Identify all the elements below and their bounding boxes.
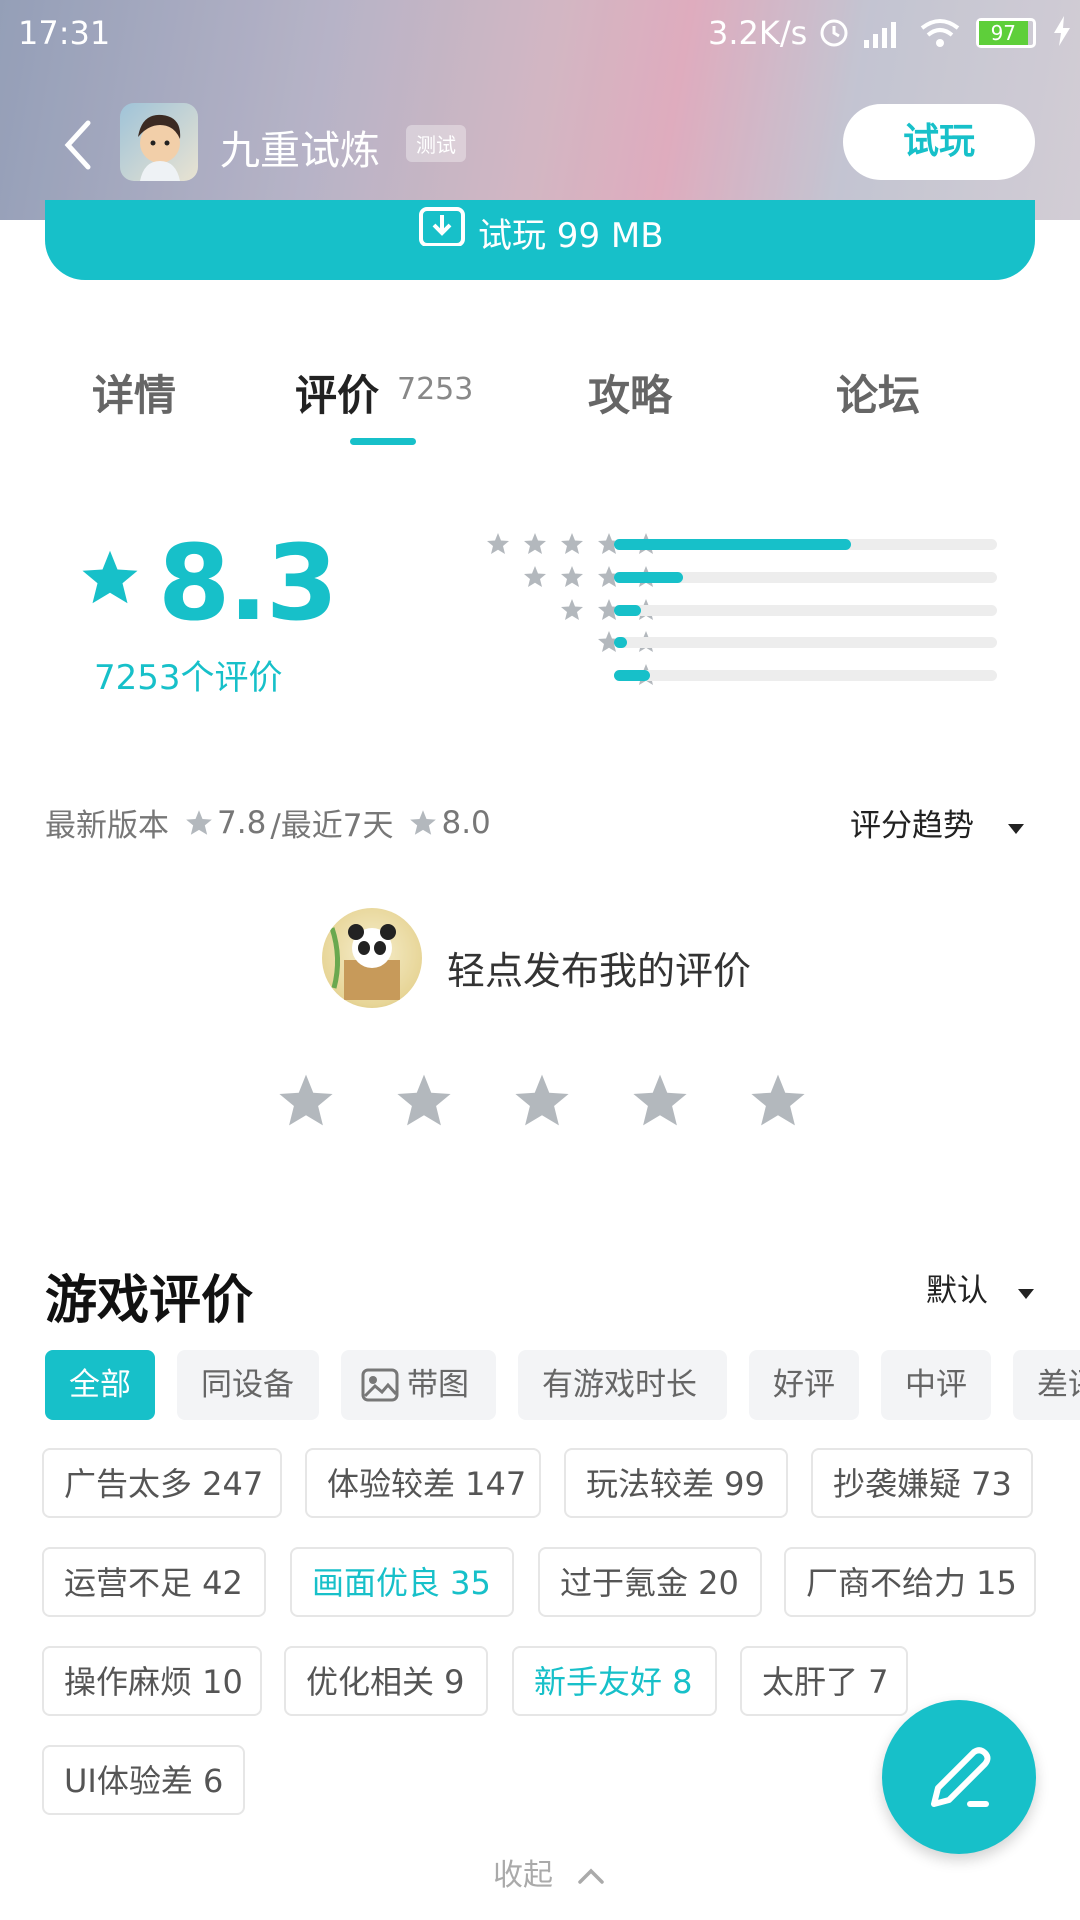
sort-dropdown[interactable]: 默认 [926, 1265, 1036, 1310]
rate-star-button[interactable] [395, 1072, 453, 1132]
caret-down-icon [1007, 824, 1024, 834]
rating-trend-button[interactable]: 评分趋势 [850, 800, 1026, 845]
chevron-left-icon [64, 120, 91, 170]
battery-icon: 97 [976, 18, 1036, 48]
recent-score: 8.0 [441, 804, 491, 841]
review-tag[interactable]: 厂商不给力 15 [784, 1547, 1036, 1617]
filter-chip-same-device[interactable]: 同设备 [177, 1350, 319, 1420]
review-tag[interactable]: 操作麻烦 10 [42, 1646, 262, 1716]
star-icon [524, 566, 546, 587]
test-badge: 测试 [406, 125, 466, 162]
rating-bar-track [614, 572, 997, 583]
charging-icon [1052, 14, 1072, 56]
star-icon [524, 533, 546, 554]
filter-chip-positive[interactable]: 好评 [749, 1350, 859, 1420]
star-icon [561, 599, 583, 620]
download-label: 试玩 99 MB [478, 216, 664, 256]
rating-distribution-row [0, 565, 1080, 589]
tab-reviews[interactable]: 评价 [295, 362, 379, 423]
alarm-icon [818, 16, 850, 56]
rating-bar-track [614, 670, 997, 681]
star-icon [633, 1074, 687, 1126]
rating-distribution-row [0, 598, 1080, 622]
header-try-button[interactable]: 试玩 [843, 104, 1035, 180]
star-icon [279, 1074, 333, 1126]
rate-star-button[interactable] [749, 1072, 807, 1132]
filter-chip-playtime[interactable]: 有游戏时长 [518, 1350, 727, 1420]
rating-bar-track [614, 637, 997, 648]
tab-active-indicator [350, 438, 416, 445]
rating-bar-fill [614, 605, 641, 616]
review-tag[interactable]: 抄袭嫌疑 73 [811, 1448, 1033, 1518]
review-tag[interactable]: 广告太多 247 [42, 1448, 282, 1518]
app-icon [120, 103, 198, 181]
star-icon [515, 1074, 569, 1126]
tab-reviews-count: 7253 [397, 372, 474, 407]
rate-star-button[interactable] [277, 1072, 335, 1132]
wifi-icon [918, 16, 962, 58]
user-avatar[interactable] [322, 908, 422, 1008]
star-icon [397, 1074, 451, 1126]
review-tag[interactable]: 画面优良 35 [290, 1547, 514, 1617]
write-review-fab[interactable] [882, 1700, 1036, 1854]
sort-label: 默认 [926, 1273, 988, 1309]
star-icon [186, 810, 212, 835]
review-tag[interactable]: 玩法较差 99 [564, 1448, 788, 1518]
rating-bar-track [614, 605, 997, 616]
status-time: 17:31 [18, 14, 111, 52]
rate-star-button[interactable] [513, 1072, 571, 1132]
rating-distribution-row [0, 532, 1080, 556]
tab-guides[interactable]: 攻略 [588, 362, 672, 423]
download-icon [418, 206, 466, 250]
battery-level: 97 [979, 21, 1028, 45]
rating-bar-fill [614, 637, 628, 648]
rating-bar-fill [614, 539, 852, 550]
rating-trend-label: 评分趋势 [850, 808, 974, 844]
rating-distribution-row [0, 663, 1080, 687]
filter-chip-with-images[interactable]: 带图 [341, 1350, 496, 1420]
rate-star-button[interactable] [631, 1072, 689, 1132]
collapse-label: 收起 [493, 1858, 553, 1893]
filter-chip-neutral[interactable]: 中评 [881, 1350, 991, 1420]
filter-chip-negative[interactable]: 差评 [1013, 1350, 1080, 1420]
star-icon [751, 1074, 805, 1126]
star-icon [561, 566, 583, 587]
filter-chip-all[interactable]: 全部 [45, 1350, 155, 1420]
version-separator: /最近7天 [270, 808, 394, 844]
star-icon [487, 533, 509, 554]
chevron-up-icon [577, 1868, 604, 1884]
rating-bar-fill [614, 670, 651, 681]
collapse-button[interactable]: 收起 [493, 1850, 605, 1894]
filter-chip-label: 带图 [407, 1367, 469, 1403]
signal-icon [862, 18, 906, 56]
app-title: 九重试炼 [220, 128, 380, 174]
caret-down-icon [1017, 1289, 1034, 1299]
version-prefix: 最新版本 [45, 808, 169, 844]
star-icon [410, 810, 437, 835]
back-button[interactable] [60, 115, 100, 175]
section-title: 游戏评价 [45, 1271, 254, 1331]
tab-forum[interactable]: 论坛 [836, 362, 920, 423]
review-tag[interactable]: 优化相关 9 [284, 1646, 488, 1716]
star-icon [561, 533, 583, 554]
tab-details[interactable]: 详情 [92, 362, 176, 423]
rating-distribution-row [0, 630, 1080, 654]
version-score: 7.8 [217, 804, 267, 841]
review-tag[interactable]: 过于氪金 20 [538, 1547, 762, 1617]
pen-icon [931, 1747, 991, 1807]
image-icon [361, 1368, 399, 1402]
post-review-prompt[interactable]: 轻点发布我的评价 [447, 940, 751, 995]
review-tag[interactable]: 新手友好 8 [512, 1646, 717, 1716]
review-tag[interactable]: 体验较差 147 [305, 1448, 541, 1518]
status-net-speed: 3.2K/s [708, 14, 808, 52]
rating-bar-track [614, 539, 997, 550]
version-rating-line: 最新版本 7.8 /最近7天 8.0 [45, 800, 491, 845]
review-tag[interactable]: UI体验差 6 [42, 1745, 245, 1815]
rating-bar-fill [614, 572, 683, 583]
review-tag[interactable]: 运营不足 42 [42, 1547, 266, 1617]
